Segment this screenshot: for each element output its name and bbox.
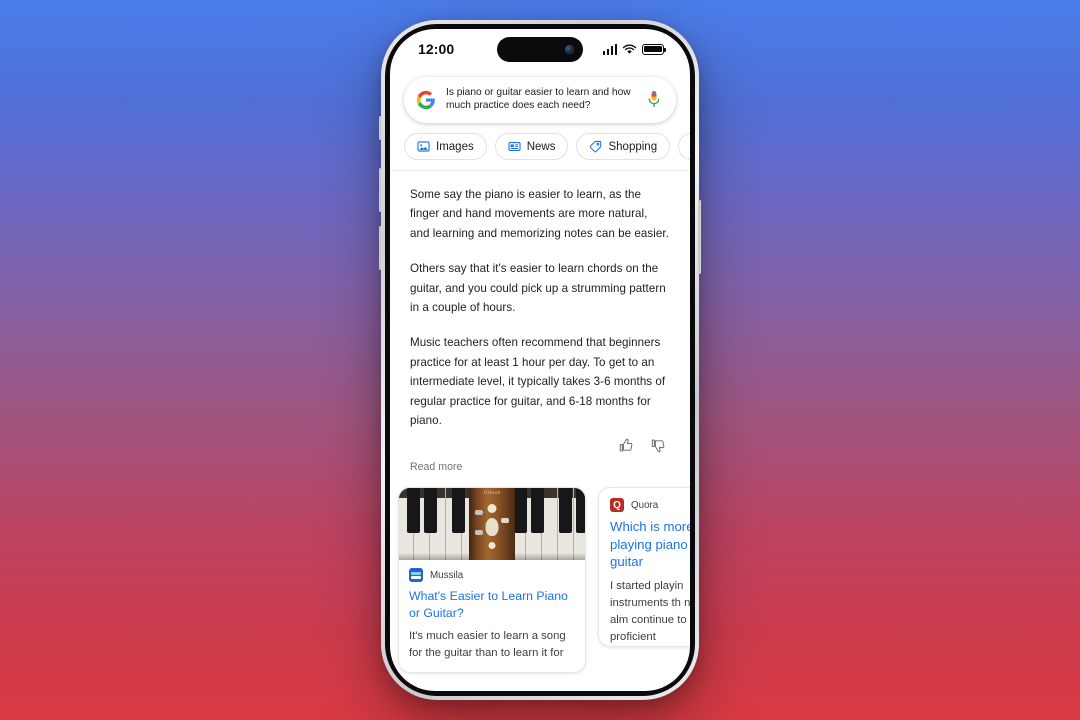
volume-up-button[interactable] [379, 168, 382, 212]
chip-videos[interactable]: Videos [678, 133, 690, 160]
source-card-mussila[interactable]: Gibson Mussila What's Easier to Learn Pi… [398, 487, 586, 674]
power-button[interactable] [698, 200, 701, 274]
source-name: Mussila [430, 569, 464, 581]
chip-label: Images [436, 140, 474, 153]
wifi-icon [622, 44, 637, 54]
filter-chips-row[interactable]: Images News Shopping [390, 123, 690, 170]
mute-switch-button[interactable] [379, 116, 382, 140]
microphone-icon[interactable] [646, 90, 662, 110]
card-title-link[interactable]: What's Easier to Learn Piano or Guitar? [409, 588, 575, 621]
source-cards-row[interactable]: Gibson Mussila What's Easier to Learn Pi… [390, 487, 690, 674]
chip-label: Shopping [608, 140, 658, 153]
answer-paragraph: Music teachers often recommend that begi… [410, 336, 666, 428]
news-icon [508, 142, 521, 151]
volume-down-button[interactable] [379, 226, 382, 270]
source-card-quora[interactable]: Q Quora Which is more playing piano play… [598, 487, 690, 647]
answer-paragraph: Some say the piano is easier to learn, a… [410, 188, 669, 240]
chip-shopping[interactable]: Shopping [576, 133, 671, 160]
card-title-link[interactable]: Which is more playing piano playing guit… [610, 518, 690, 571]
image-icon [417, 141, 430, 152]
card-source: Mussila [409, 568, 575, 583]
phone-screen: 12:00 Is piano or guitar easier to learn… [390, 29, 690, 691]
feedback-controls[interactable] [390, 436, 690, 453]
search-bar[interactable]: Is piano or guitar easier to learn and h… [404, 77, 676, 123]
chip-label: News [526, 140, 556, 153]
dynamic-island [497, 37, 583, 62]
status-indicators [602, 43, 666, 55]
thumbs-down-icon[interactable] [651, 438, 666, 453]
status-bar: 12:00 [390, 29, 690, 69]
read-more-link[interactable]: Read more [390, 453, 690, 487]
card-snippet: I started playin instruments th now, aft… [610, 579, 690, 643]
quora-logo-icon: Q [610, 498, 624, 513]
source-name: Quora [631, 499, 659, 511]
ai-answer-body: Some say the piano is easier to learn, a… [390, 171, 690, 430]
google-logo-icon [416, 90, 435, 110]
front-camera-icon [565, 45, 574, 54]
tag-icon [590, 140, 602, 153]
card-source: Q Quora [610, 498, 690, 513]
phone-mockup: 12:00 Is piano or guitar easier to learn… [379, 20, 701, 700]
answer-paragraph: Others say that it's easier to learn cho… [410, 262, 666, 315]
status-time: 12:00 [418, 41, 455, 57]
search-query-text[interactable]: Is piano or guitar easier to learn and h… [446, 87, 636, 112]
cellular-signal-icon [602, 43, 617, 55]
card-snippet: It's much easier to learn a song for the… [409, 630, 566, 660]
chip-images[interactable]: Images [404, 133, 487, 160]
thumbs-up-icon[interactable] [619, 438, 634, 453]
battery-icon [642, 43, 666, 55]
guitar-headstock-graphic: Gibson [469, 488, 515, 561]
card-thumbnail-image: Gibson [399, 488, 585, 561]
mussila-logo-icon [409, 568, 423, 583]
card-content: Mussila What's Easier to Learn Piano or … [399, 560, 585, 672]
chip-news[interactable]: News [494, 133, 569, 160]
